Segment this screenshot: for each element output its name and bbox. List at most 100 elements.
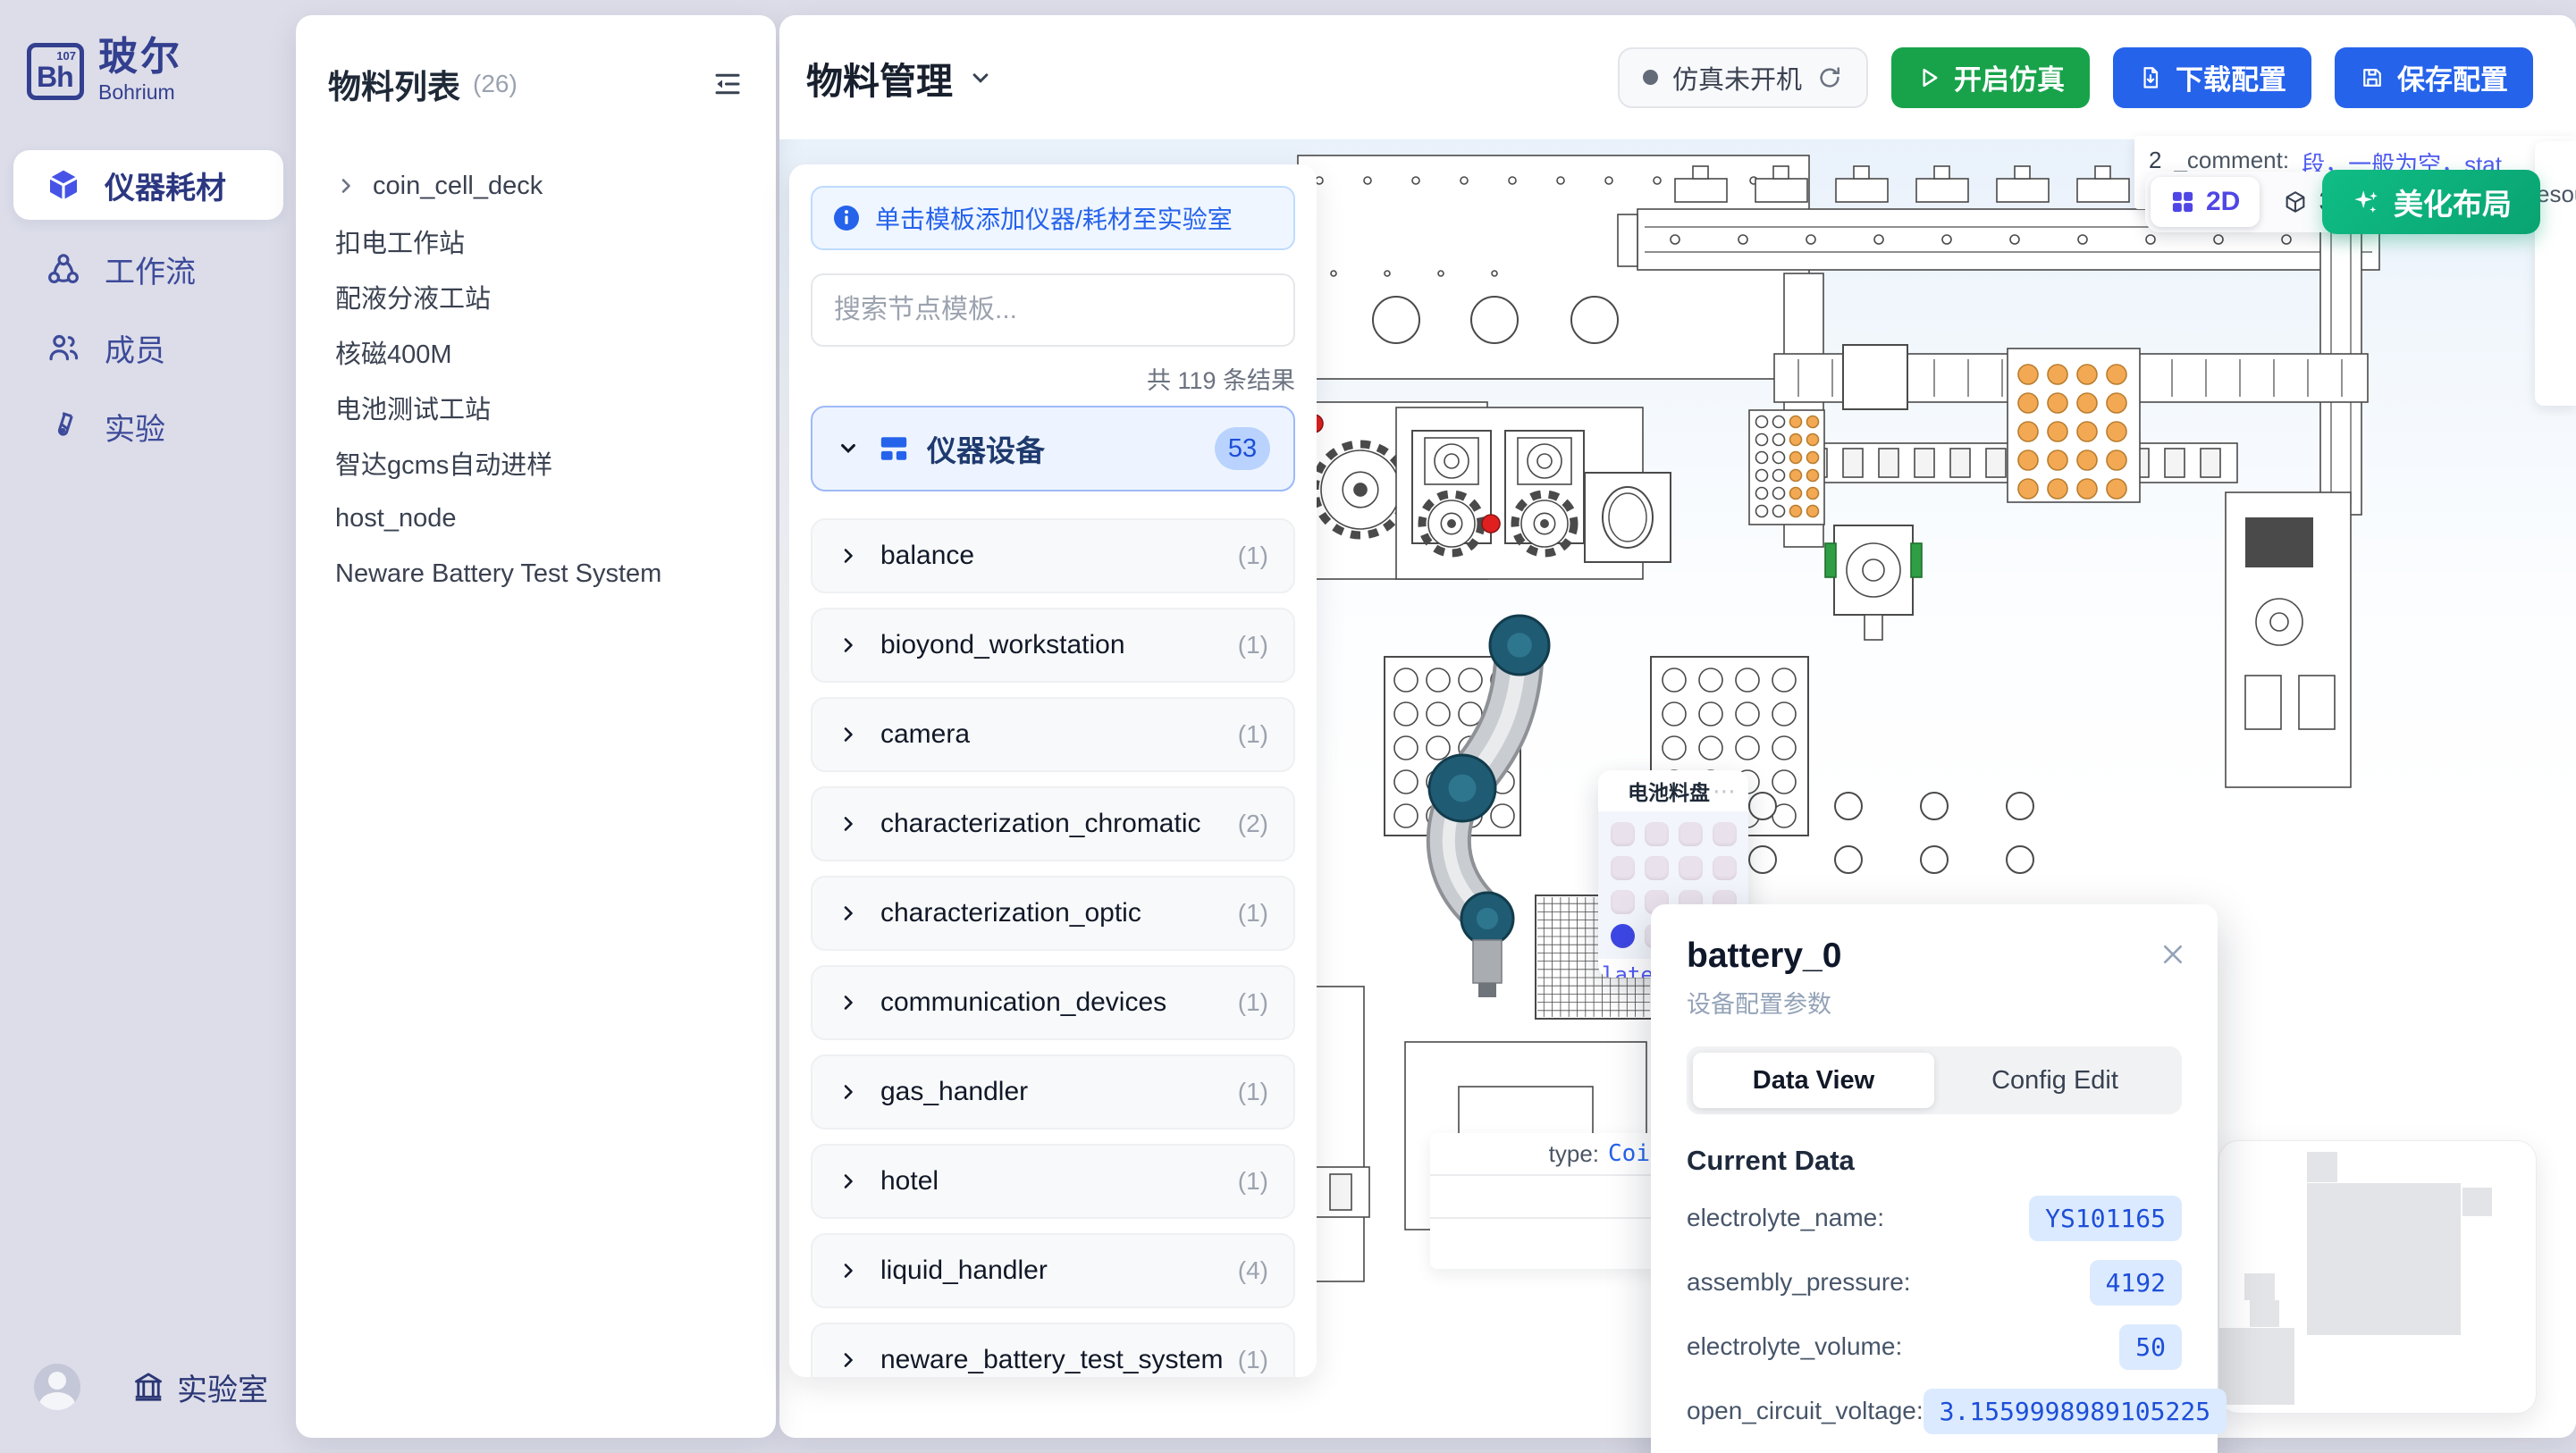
materials-panel: 物料列表 (26) coin_cell_deck扣电工作站配液分液工站核磁400… <box>296 15 776 1438</box>
material-list-item[interactable]: 智达gcms自动进样 <box>296 435 776 491</box>
more-options-icon[interactable]: ⋯ <box>1713 777 1738 805</box>
cube-icon <box>46 167 81 203</box>
page-title-dropdown[interactable]: 物料管理 <box>806 51 994 105</box>
minimap[interactable] <box>2218 1140 2537 1414</box>
material-label: 电池测试工站 <box>335 389 491 426</box>
template-item-count: (1) <box>1238 631 1268 659</box>
type-tooltip: type: Coi <box>1430 1133 1659 1269</box>
template-item-characterization_chromatic[interactable]: characterization_chromatic(2) <box>811 786 1295 861</box>
chevron-right-icon <box>838 724 859 745</box>
sidebar-item-instruments[interactable]: 仪器耗材 <box>13 150 283 220</box>
save-config-button[interactable]: 保存配置 <box>2335 47 2533 108</box>
sidebar-item-label: 工作流 <box>105 248 196 291</box>
start-simulation-button[interactable]: 开启仿真 <box>1891 47 2090 108</box>
device-config-popup: battery_0 设备配置参数 Data View Config Edit C… <box>1651 904 2218 1453</box>
tab-data-view[interactable]: Data View <box>1693 1053 1934 1108</box>
tray-slot[interactable] <box>1645 822 1669 846</box>
tray-slot[interactable] <box>1713 856 1737 880</box>
data-value-pill: 3.1559998989105225 <box>1924 1389 2227 1434</box>
material-list-item[interactable]: host_node <box>296 491 776 546</box>
chevron-right-icon <box>838 992 859 1013</box>
view-2d-label: 2D <box>2206 187 2240 217</box>
download-config-label: 下载配置 <box>2176 57 2286 97</box>
template-search-input[interactable] <box>811 273 1295 347</box>
template-item-neware_battery_test_system[interactable]: neware_battery_test_system(1) <box>811 1323 1295 1377</box>
brand-symbol: Bh <box>37 61 73 94</box>
data-key: electrolyte_name: <box>1687 1204 1884 1232</box>
chevron-right-icon <box>838 813 859 835</box>
simulation-status-label: 仿真未开机 <box>1672 59 1802 97</box>
materials-title: 物料列表 <box>328 60 460 108</box>
material-list-item[interactable]: 电池测试工站 <box>296 380 776 435</box>
refresh-icon[interactable] <box>1816 64 1843 91</box>
template-list: balance(1)bioyond_workstation(1)camera(1… <box>811 518 1295 1377</box>
tray-slot-selected[interactable] <box>1611 924 1635 948</box>
template-panel: 单击模板添加仪器/耗材至实验室 共 119 条结果 仪器设备 53 balanc… <box>789 164 1317 1377</box>
tray-slot[interactable] <box>1679 822 1703 846</box>
data-value-pill: YS101165 <box>2029 1196 2182 1241</box>
beautify-layout-button[interactable]: 美化布局 <box>2322 170 2540 234</box>
type-value: Coi <box>1608 1140 1650 1167</box>
tray-slot[interactable] <box>1611 822 1635 846</box>
material-label: coin_cell_deck <box>373 172 543 201</box>
view-2d-tab[interactable]: 2D <box>2151 177 2260 227</box>
brand-name-en: Bohrium <box>98 80 182 105</box>
data-row: open_circuit_voltage:3.1559998989105225 <box>1687 1379 2182 1443</box>
lab-switcher[interactable]: 实验室 <box>132 1365 268 1409</box>
material-list-item[interactable]: 扣电工作站 <box>296 214 776 269</box>
template-item-communication_devices[interactable]: communication_devices(1) <box>811 965 1295 1040</box>
material-label: host_node <box>335 504 456 533</box>
template-item-count: (4) <box>1238 1256 1268 1285</box>
material-list-item[interactable]: Neware Battery Test System <box>296 546 776 601</box>
sidebar-item-members[interactable]: 成员 <box>13 313 283 382</box>
download-config-button[interactable]: 下载配置 <box>2113 47 2311 108</box>
collapse-panel-icon[interactable] <box>711 68 744 100</box>
data-rows: electrolyte_name:YS101165assembly_pressu… <box>1687 1186 2182 1453</box>
tab-config-edit[interactable]: Config Edit <box>1934 1053 2176 1108</box>
sidebar-item-label: 实验 <box>105 405 165 449</box>
comment-prefix: 2 <box>2149 147 2161 174</box>
template-item-characterization_optic[interactable]: characterization_optic(1) <box>811 876 1295 951</box>
type-key: type: <box>1549 1140 1599 1168</box>
data-row: electrolyte_name: YS101165 <box>1687 1186 2182 1250</box>
right-edge-text: esou <box>2537 181 2576 208</box>
tray-slot[interactable] <box>1611 856 1635 880</box>
materials-list: coin_cell_deck 扣电工作站配液分液工站核磁400M 电池测试工站智达g… <box>296 158 776 601</box>
chevron-right-icon <box>838 1081 859 1103</box>
material-list-item[interactable]: 配液分液工站 <box>296 269 776 324</box>
material-list-item[interactable]: coin_cell_deck <box>296 158 776 214</box>
template-hint-text: 单击模板添加仪器/耗材至实验室 <box>875 200 1233 236</box>
close-icon[interactable] <box>2159 940 2187 973</box>
tray-slot[interactable] <box>1679 856 1703 880</box>
template-item-bioyond_workstation[interactable]: bioyond_workstation(1) <box>811 608 1295 683</box>
sidebar-item-experiments[interactable]: 实验 <box>13 391 283 461</box>
beautify-layout-label: 美化布局 <box>2394 181 2512 223</box>
template-item-gas_handler[interactable]: gas_handler(1) <box>811 1054 1295 1130</box>
template-item-label: characterization_optic <box>880 898 1238 928</box>
workflow-icon <box>46 251 81 287</box>
chevron-right-icon[interactable] <box>335 175 358 197</box>
battery-tray-title: 电池料盘 <box>1625 776 1713 806</box>
tray-slot[interactable] <box>1713 822 1737 846</box>
template-item-liquid_handler[interactable]: liquid_handler(4) <box>811 1233 1295 1308</box>
tray-slot[interactable] <box>1645 856 1669 880</box>
template-item-camera[interactable]: camera(1) <box>811 697 1295 772</box>
category-instruments[interactable]: 仪器设备 53 <box>811 406 1295 491</box>
simulation-status-pill[interactable]: 仿真未开机 <box>1618 47 1868 108</box>
tray-slot[interactable] <box>1611 890 1635 914</box>
chevron-right-icon <box>838 545 859 567</box>
layout-icon <box>879 433 909 464</box>
template-item-balance[interactable]: balance(1) <box>811 518 1295 593</box>
material-list-item[interactable]: 核磁400M <box>296 324 776 380</box>
template-item-label: balance <box>880 541 1238 571</box>
sidebar-item-workflow[interactable]: 工作流 <box>13 234 283 304</box>
chevron-down-icon <box>836 436 861 461</box>
chevron-right-icon <box>838 1171 859 1192</box>
template-item-label: hotel <box>880 1166 1238 1197</box>
user-avatar[interactable] <box>34 1364 80 1410</box>
right-edge-panel[interactable]: esou <box>2535 141 2576 406</box>
status-dot-icon <box>1643 70 1658 85</box>
template-item-hotel[interactable]: hotel(1) <box>811 1144 1295 1219</box>
chevron-right-icon <box>838 903 859 924</box>
material-label: 核磁400M <box>335 333 452 371</box>
